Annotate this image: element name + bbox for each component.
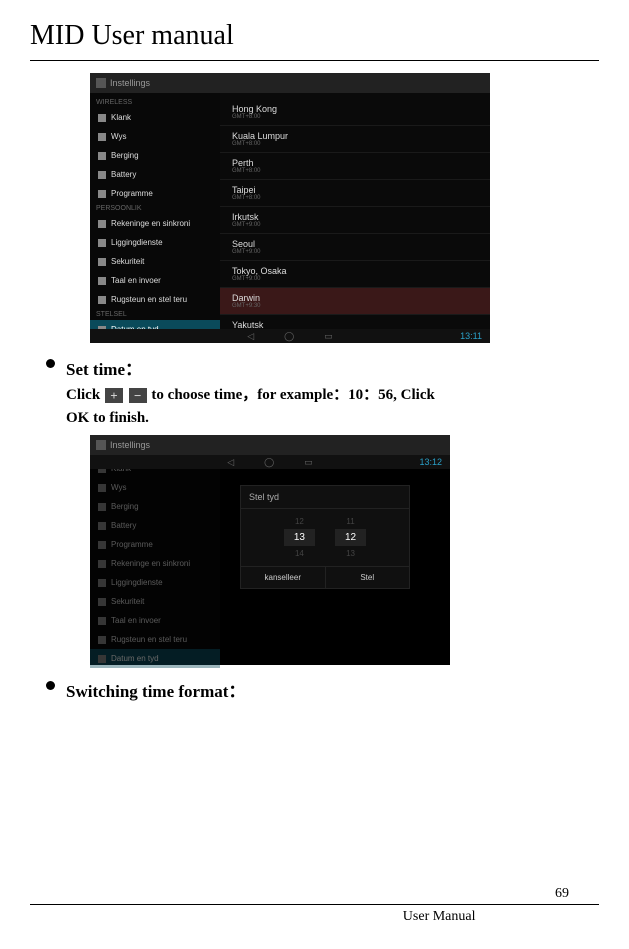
sound-icon [98,114,106,122]
timezone-row[interactable]: PerthGMT+8:00 [220,153,490,180]
home-icon[interactable]: ◯ [264,457,274,468]
recent-icon[interactable]: ▭ [304,457,313,468]
timezone-row[interactable]: Hong KongGMT+8:00 [220,99,490,126]
sidebar-item: Wys [90,478,220,497]
screenshot-timezone: Instellings WIRELESS Klank Wys Berging B… [90,73,490,343]
sidebar-item[interactable]: Liggingdienste [90,233,220,252]
minute-picker[interactable]: 11 12 13 [335,517,366,558]
sidebar-item[interactable]: Rugsteun en stel teru [90,290,220,309]
sidebar-item: Programme [90,535,220,554]
bullet-heading: Switching time format： [66,677,599,702]
app-title: Instellings [110,440,150,450]
hour-value: 13 [284,529,315,546]
timezone-row[interactable]: Kuala LumpurGMT+8:00 [220,126,490,153]
sidebar-item[interactable]: Battery [90,165,220,184]
statusbar-clock: 13:12 [419,457,442,467]
bullet-switching-format: Switching time format： [66,677,599,702]
sidebar-item: Battery [90,516,220,535]
settings-sidebar: WIRELESS Klank Wys Berging Battery Progr… [90,93,220,329]
sidebar-item: Taal en invoer [90,611,220,630]
sidebar-item[interactable]: Sekuriteit [90,252,220,271]
bullet-marker [46,359,55,368]
timezone-row[interactable]: TaipeiGMT+8:00 [220,180,490,207]
cancel-button[interactable]: kanselleer [241,567,326,588]
app-title: Instellings [110,78,150,88]
android-navbar: ◁ ◯ ▭ 13:11 [90,329,490,343]
lock-icon [98,258,106,266]
home-icon[interactable]: ◯ [284,331,294,342]
divider [30,60,599,61]
battery-icon [98,171,106,179]
page-number: 69 [555,886,569,902]
back-icon[interactable]: ◁ [247,331,254,342]
sidebar-item[interactable]: Rekeninge en sinkroni [90,214,220,233]
dialog-title: Stel tyd [241,486,409,509]
sidebar-item: Rugsteun en stel teru [90,630,220,649]
display-icon [98,133,106,141]
sidebar-item-datetime: Datum en tyd [90,649,220,668]
minus-icon: − [129,388,147,403]
timezone-row[interactable]: YakutskGMT+10:00 [220,315,490,329]
bullet-body: Click + − to choose time，for example：10：… [66,384,599,429]
timezone-row[interactable]: Tokyo, OsakaGMT+9:00 [220,261,490,288]
sidebar-section: PERSOONLIK [90,203,220,214]
settings-icon [96,440,106,450]
footer-divider [30,904,599,905]
timezone-row[interactable]: DarwinGMT+9:30 [220,288,490,315]
settings-sidebar-dim: KlankWysBergingBatteryProgrammeRekeninge… [90,455,220,651]
storage-icon [98,152,106,160]
ok-button[interactable]: Stel [326,567,410,588]
bullet-set-time: Set time： Click + − to choose time，for e… [66,355,599,429]
page-footer: 69 User Manual [30,904,599,925]
statusbar-clock: 13:11 [460,331,482,341]
location-icon [98,239,106,247]
time-picker-dialog: Stel tyd 12 13 14 11 12 13 kanselleer St… [240,485,410,589]
android-navbar: ◁ ◯ ▭ 13:12 [90,455,450,469]
timezone-row[interactable]: IrkutskGMT+9:00 [220,207,490,234]
backup-icon [98,296,106,304]
timezone-list[interactable]: Hong KongGMT+8:00Kuala LumpurGMT+8:00Per… [220,93,490,329]
sidebar-item: Liggingdienste [90,573,220,592]
sidebar-item: Rekeninge en sinkroni [90,554,220,573]
sidebar-item[interactable]: Programme [90,184,220,203]
sync-icon [98,220,106,228]
sidebar-item: Berging [90,497,220,516]
bullet-heading: Set time： [66,355,599,380]
screenshot-time-picker: Instellings KlankWysBergingBatteryProgra… [90,435,450,665]
apps-icon [98,190,106,198]
bullet-marker [46,681,55,690]
sidebar-item[interactable]: Taal en invoer [90,271,220,290]
sidebar-section: WIRELESS [90,97,220,108]
sidebar-item: Sekuriteit [90,592,220,611]
recent-icon[interactable]: ▭ [324,331,333,342]
app-header: Instellings [90,73,490,93]
back-icon[interactable]: ◁ [227,457,234,468]
sidebar-section: STELSEL [90,309,220,320]
timezone-row[interactable]: SeoulGMT+9:00 [220,234,490,261]
sidebar-item[interactable]: Klank [90,108,220,127]
language-icon [98,277,106,285]
minute-value: 12 [335,529,366,546]
footer-label: User Manual [403,909,476,925]
settings-icon [96,78,106,88]
app-header: Instellings [90,435,450,455]
doc-title: MID User manual [30,20,599,52]
sidebar-item[interactable]: Wys [90,127,220,146]
hour-picker[interactable]: 12 13 14 [284,517,315,558]
plus-icon: + [105,388,123,403]
sidebar-item[interactable]: Berging [90,146,220,165]
